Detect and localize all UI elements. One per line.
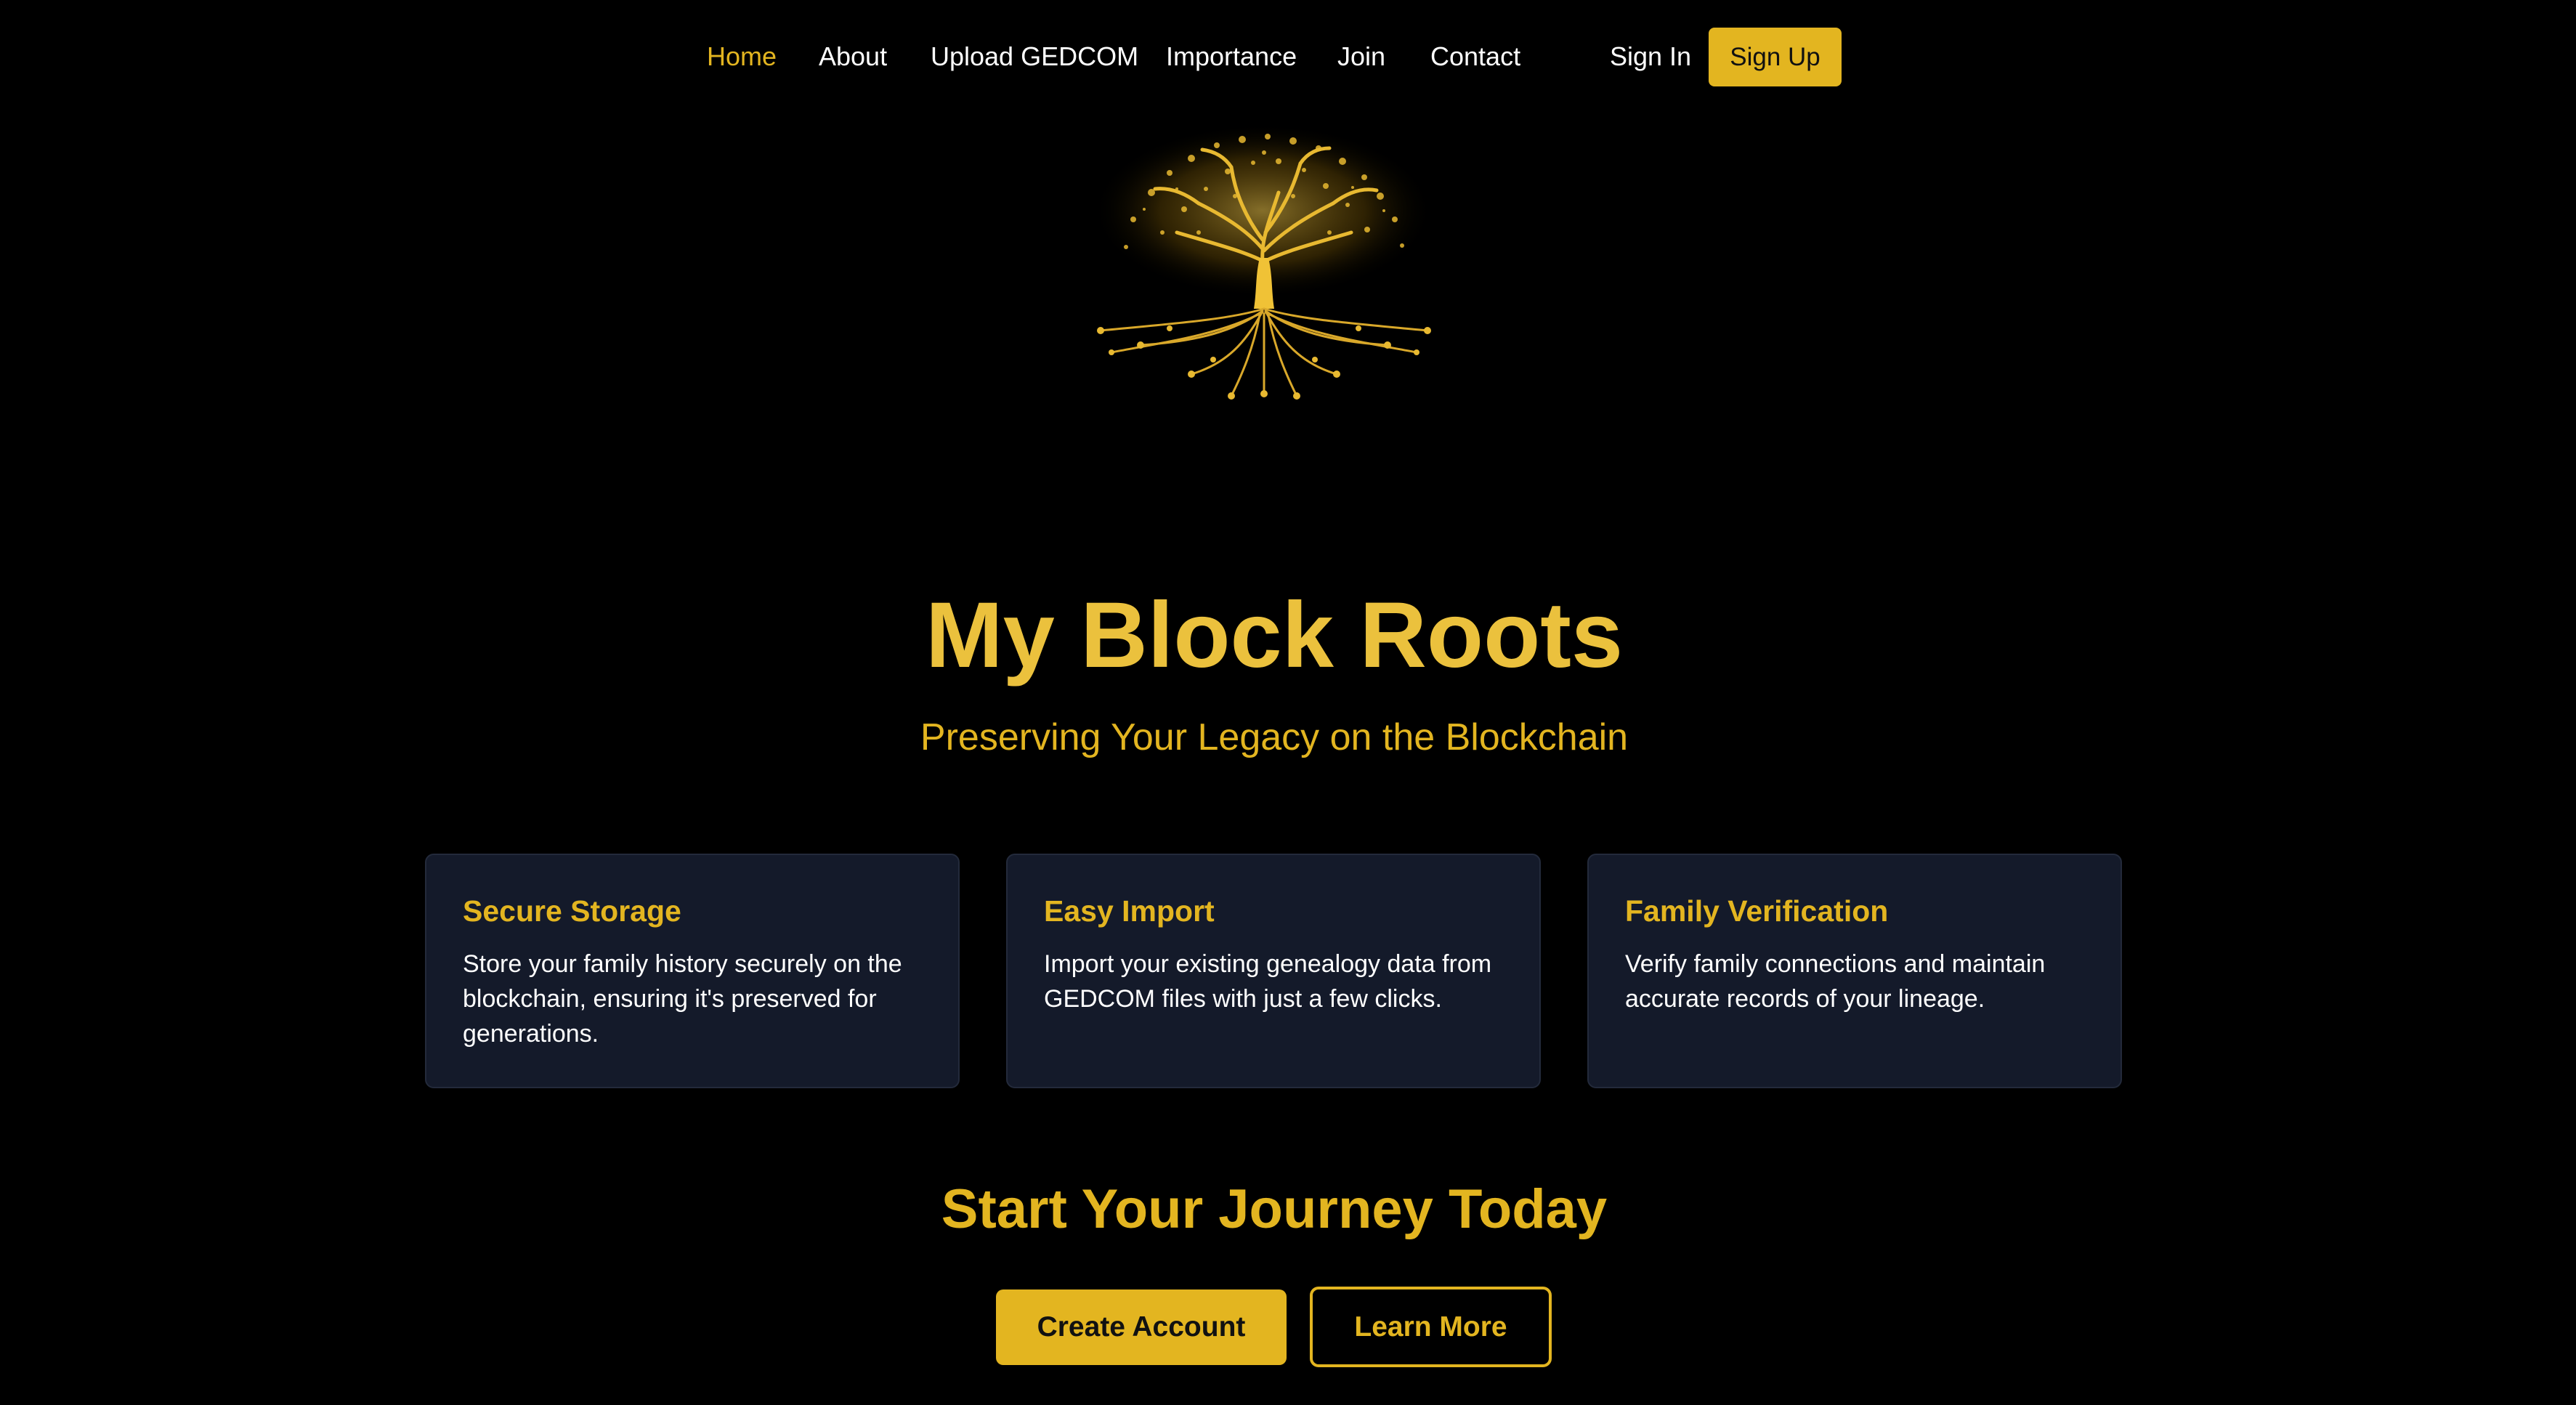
feature-card-title: Easy Import — [1044, 894, 1215, 928]
nav-link-upload-gedcom[interactable]: Upload GEDCOM — [931, 41, 1138, 73]
create-account-button[interactable]: Create Account — [996, 1289, 1287, 1365]
nav-link-contact[interactable]: Contact — [1430, 41, 1520, 73]
nav-link-home[interactable]: Home — [707, 41, 777, 73]
feature-card-title: Family Verification — [1625, 894, 1889, 928]
nav-link-importance[interactable]: Importance — [1166, 41, 1297, 73]
feature-card-family-verification: Family Verification Verify family connec… — [1587, 854, 2122, 1088]
cta-title: Start Your Journey Today — [941, 1178, 1608, 1240]
tree-roots-icon — [1082, 124, 1446, 407]
feature-card-text: Store your family history securely on th… — [463, 950, 902, 1048]
feature-card-secure-storage: Secure Storage Store your family history… — [425, 854, 960, 1088]
feature-card-text: Import your existing genealogy data from… — [1044, 950, 1492, 1013]
hero-title: My Block Roots — [925, 583, 1624, 687]
learn-more-button[interactable]: Learn More — [1310, 1287, 1552, 1367]
sign-in-link[interactable]: Sign In — [1610, 41, 1691, 73]
feature-card-title: Secure Storage — [463, 894, 681, 928]
feature-card-text: Verify family connections and maintain a… — [1625, 950, 2046, 1013]
feature-card-easy-import: Easy Import Import your existing genealo… — [1006, 854, 1541, 1088]
nav-link-about[interactable]: About — [819, 41, 887, 73]
hero-subtitle: Preserving Your Legacy on the Blockchain — [920, 716, 1629, 758]
sign-up-button[interactable]: Sign Up — [1709, 28, 1842, 86]
top-navigation: Home About Upload GEDCOM Importance Join… — [0, 0, 2576, 116]
nav-link-join[interactable]: Join — [1337, 41, 1385, 73]
